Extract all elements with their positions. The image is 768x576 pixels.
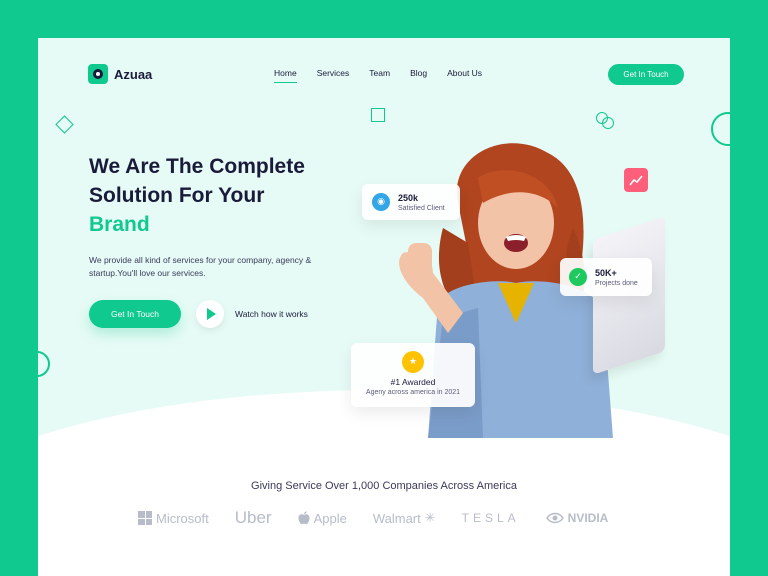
tesla-logo: TESLA: [462, 511, 520, 525]
microsoft-logo: Microsoft: [138, 511, 209, 526]
walmart-spark-icon: ✳: [424, 510, 436, 526]
header-get-in-touch-button[interactable]: Get In Touch: [608, 64, 684, 85]
apple-logo: Apple: [298, 511, 347, 526]
logo-text: Azuaa: [114, 66, 153, 82]
logo-nvidia-text: NVIDIA: [567, 511, 609, 525]
stat-card-award: ★ #1 Awarded Ageny across america in 202…: [351, 343, 475, 407]
hero-title-line2: Solution For Your: [89, 184, 265, 207]
logo-apple-text: Apple: [313, 510, 347, 526]
hero-title: We Are The Complete Solution For Your Br…: [89, 152, 349, 239]
windows-icon: [138, 511, 152, 525]
main-nav: Home Services Team Blog About Us: [274, 68, 482, 83]
chart-icon: [624, 168, 648, 192]
logo-microsoft-text: Microsoft: [156, 510, 209, 526]
logo-uber-text: Uber: [234, 508, 272, 527]
play-video-button[interactable]: [196, 300, 224, 328]
stat-projects-label: Projects done: [595, 279, 638, 287]
nvidia-eye-icon: [545, 512, 564, 524]
stat-award-value: #1 Awarded: [390, 377, 436, 387]
award-icon: ★: [402, 351, 424, 373]
stat-award-label: Ageny across america in 2021: [365, 389, 461, 396]
stat-clients-value: 250k: [398, 192, 419, 203]
hero-title-brand: Brand: [89, 213, 150, 236]
stat-card-clients: ◉ 250k Satisfied Client: [362, 184, 460, 220]
rings-shape: [596, 112, 616, 132]
play-icon: [206, 308, 216, 320]
hero-title-line1: We Are The Complete: [89, 155, 305, 178]
page-frame: Azuaa Home Services Team Blog About Us G…: [38, 38, 730, 576]
nav-about-us[interactable]: About Us: [447, 68, 482, 83]
nav-home[interactable]: Home: [274, 68, 297, 83]
logo[interactable]: Azuaa: [88, 64, 152, 84]
nvidia-logo: NVIDIA: [545, 511, 609, 525]
users-icon: ◉: [372, 193, 390, 211]
companies-title: Giving Service Over 1,000 Companies Acro…: [251, 480, 517, 492]
logo-walmart-text: Walmart: [372, 510, 421, 526]
square-shape: [371, 108, 385, 122]
stat-card-projects: ✓ 50K+ Projects done: [560, 258, 652, 296]
company-logos: Microsoft Uber Apple Walmart ✳ TESLA NVI…: [138, 508, 608, 528]
nav-blog[interactable]: Blog: [410, 68, 427, 83]
nav-team[interactable]: Team: [369, 68, 390, 83]
hero-get-in-touch-button[interactable]: Get In Touch: [89, 300, 181, 328]
stat-projects-value: 50K+: [595, 267, 617, 278]
nav-services[interactable]: Services: [317, 68, 350, 83]
uber-logo: Uber: [235, 508, 272, 528]
stat-clients-label: Satisfied Client: [398, 204, 445, 212]
hero-description: We provide all kind of services for your…: [89, 255, 312, 278]
watch-link[interactable]: Watch how it works: [235, 309, 308, 319]
walmart-logo: Walmart ✳: [373, 511, 436, 526]
check-icon: ✓: [569, 268, 587, 286]
logo-tesla-text: TESLA: [461, 511, 520, 525]
logo-icon: [88, 64, 108, 84]
apple-icon: [298, 511, 310, 525]
